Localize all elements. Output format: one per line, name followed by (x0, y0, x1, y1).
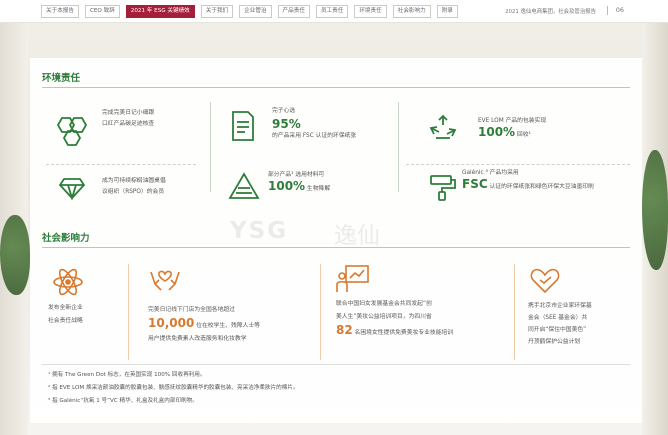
stat-fsc: FSC (462, 177, 488, 191)
env-item-fsc-paper: 完子心选 95% 的产品采用 FSC 认证的环保纸张 (272, 108, 357, 139)
hexagon-footprint-icon (52, 114, 90, 150)
tab-appendix[interactable]: 附录 (436, 5, 458, 18)
env-divider-1 (210, 102, 211, 192)
plant-decoration-left (0, 215, 30, 295)
stat-100-percent-biodegradable: 100% (268, 179, 306, 193)
tab-esg-kpi[interactable]: 2021 年 ESG 关键绩效 (125, 5, 195, 18)
stat-100-percent-recycled: 100% (478, 125, 516, 139)
social-item-csr-strategy: 发布全新企业 社会责任战略 (48, 305, 83, 324)
heart-handshake-icon (530, 266, 560, 294)
page-number: 06 (615, 6, 624, 14)
footnote-1: ¹ 拥有 The Green Dot 标志，在英国实现 100% 回收再利用。 (48, 372, 206, 378)
watermark-yixian: 逸仙 (334, 223, 380, 249)
atom-strategy-icon (52, 266, 84, 298)
tab-governance[interactable]: 企业管治 (239, 5, 272, 18)
paint-roller-icon (428, 172, 458, 202)
footnote-3: ³ 指 Galénic“抗氧 1 号”VC 精华、礼盒及礼盒内部印刷物。 (48, 398, 198, 404)
training-board-icon (336, 264, 370, 294)
social-item-free-makeover: 完美日记线下门店为全国各地超过 10,000 位在校学生、残障人士等 用户提供免… (148, 307, 260, 342)
document-icon (230, 110, 256, 142)
footnote-rule (42, 364, 630, 365)
recycle-icon (428, 114, 458, 144)
social-section-title: 社会影响力 (42, 233, 90, 244)
env-item-carbon-footprint: 完成完美日记小细跟 口红产品碳足迹核查 (102, 110, 155, 127)
environment-title-rule (42, 87, 630, 88)
social-divider-3 (514, 264, 515, 360)
tab-bar: 关于本报告 CEO 致辞 2021 年 ESG 关键绩效 关于我们 企业管治 产… (41, 5, 458, 18)
watermark-ysg: YSG (230, 218, 289, 244)
plant-decoration-right (642, 150, 668, 270)
social-item-women-training: 联合中国妇女发展基金会共同发起“创 美人生”美妆公益培训项目，为四川省 82 名… (336, 301, 454, 337)
stat-95-percent: 95% (272, 117, 301, 131)
tab-about-us[interactable]: 关于我们 (200, 5, 234, 18)
report-title: 2021 逸仙电商集团，社会及管治报告 (505, 9, 596, 15)
social-divider-1 (128, 264, 129, 360)
social-item-crane-protection: 携手北京市企业家环保基 金会（SEE 基金会）共 同开启“保住中国美色” 丹顶鹤… (528, 303, 592, 345)
top-navigation: 关于本报告 CEO 致辞 2021 年 ESG 关键绩效 关于我们 企业管治 产… (0, 0, 668, 23)
social-divider-2 (320, 264, 321, 360)
env-item-galenic-printing: Galénic ³ 产品均采用 FSC 认证的环保纸张和绿色环保大豆油墨印刷 (462, 170, 594, 191)
env-item-eve-lom-packaging: EVE LOM 产品的包装实现 100% 回收¹ (478, 118, 547, 139)
tab-social-impact[interactable]: 社会影响力 (392, 5, 431, 18)
footnote-2: ² 指 EVE LOM 焕采洁颜油胶囊的胶囊包装、觥感抚纹胶囊精华的胶囊包装、亮… (48, 385, 299, 391)
env-divider-2 (398, 102, 399, 192)
biodegradable-triangle-icon (228, 172, 260, 200)
env-row-divider-right (406, 164, 630, 165)
hands-heart-icon (148, 264, 182, 294)
env-item-biodegradable: 部分产品² 选用材料可 100% 生物降解 (268, 172, 331, 193)
tab-product-responsibility[interactable]: 产品责任 (277, 5, 310, 18)
env-row-divider-left (46, 164, 196, 165)
environment-section-title: 环境责任 (42, 73, 81, 84)
tab-about-report[interactable]: 关于本报告 (41, 5, 79, 18)
page-number-divider (607, 6, 608, 15)
diamond-palm-oil-icon (58, 176, 86, 202)
tab-employee-responsibility[interactable]: 员工责任 (315, 5, 349, 18)
stat-10000: 10,000 (148, 316, 195, 330)
env-item-rspo-member: 成为可持续棕榈油圆桌倡 议组织（RSPO）的会员 (102, 178, 166, 195)
tab-environment[interactable]: 环境责任 (354, 5, 387, 18)
tab-ceo-message[interactable]: CEO 致辞 (84, 5, 120, 18)
stat-82: 82 (336, 323, 353, 337)
